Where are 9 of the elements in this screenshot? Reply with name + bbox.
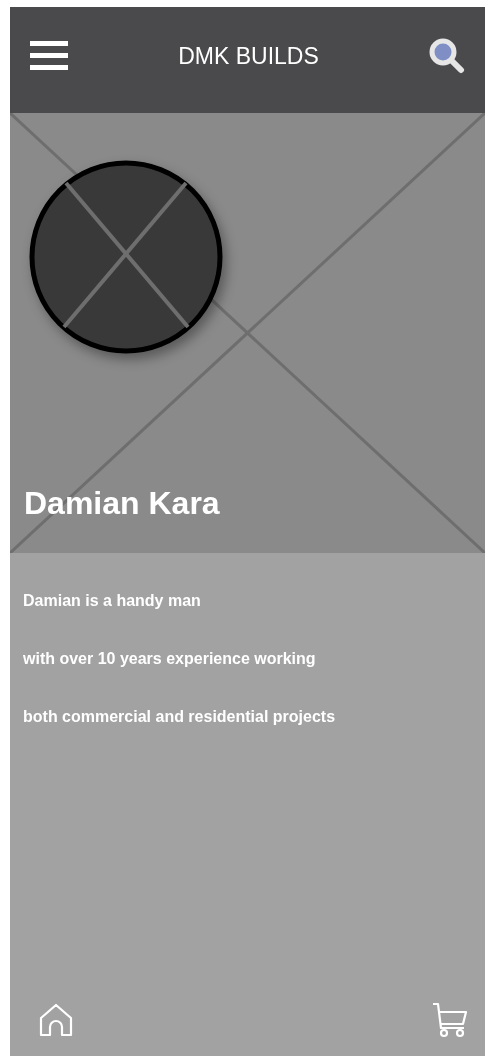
bio-line: Damian is a handy man [23,591,202,611]
app-title: DMK BUILDS [178,41,319,71]
home-icon[interactable] [39,1003,73,1037]
bio-line: with over 10 years experience working [23,649,317,669]
search-icon[interactable] [429,38,465,74]
menu-icon[interactable] [30,41,68,71]
bio-line: both commercial and residential projects [23,707,337,727]
cart-icon[interactable] [432,1002,468,1038]
profile-name: Damian Kara [24,484,220,523]
